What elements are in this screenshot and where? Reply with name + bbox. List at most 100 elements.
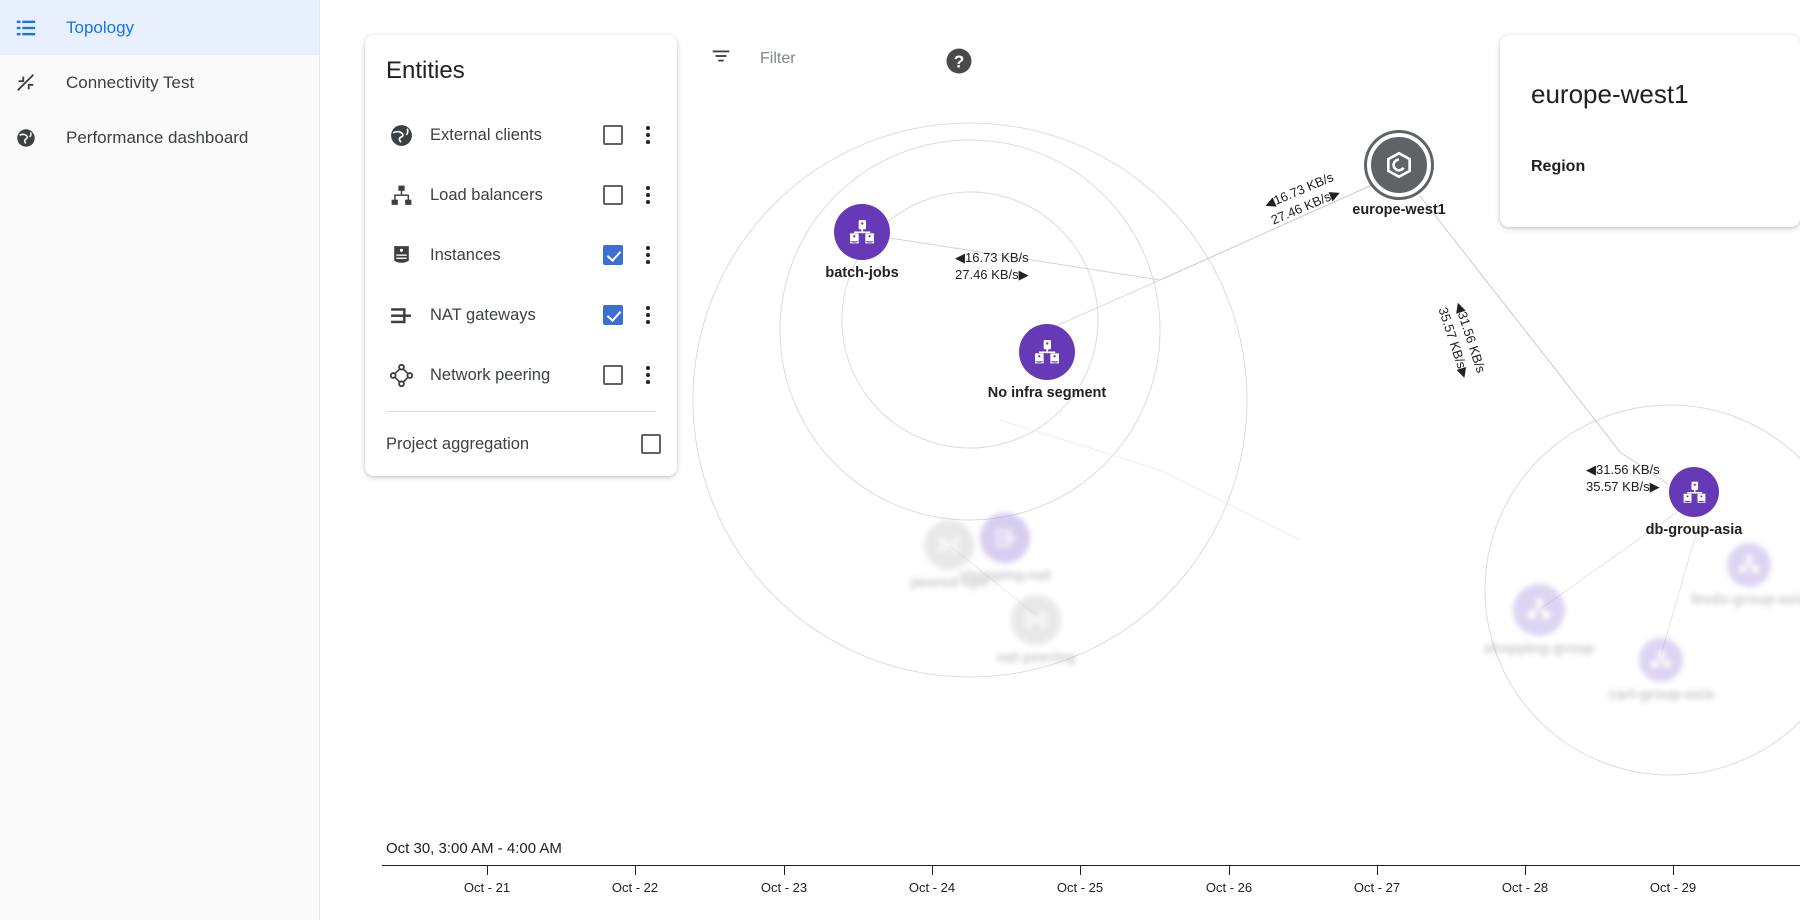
timeline-tick-label: Oct - 24 — [908, 880, 956, 895]
edge-faded-lower — [999, 419, 1301, 541]
entity-label: Instances — [430, 245, 501, 264]
sidebar-item-connectivity-test[interactable]: Connectivity Test — [0, 55, 319, 110]
globe-icon — [8, 120, 44, 156]
entity-checkbox-instances[interactable] — [603, 245, 623, 265]
graph-node-no-infra-segment[interactable]: No infra segment — [988, 324, 1106, 401]
entity-row-network-peering[interactable]: Network peering — [365, 345, 677, 405]
edge-asia-to-db — [1619, 451, 1669, 485]
entity-row-instances[interactable]: Instances — [365, 225, 677, 285]
entity-checkbox-network-peering[interactable] — [603, 365, 623, 385]
entity-row-external-clients[interactable]: External clients — [365, 105, 677, 165]
entity-row-nat-gateways[interactable]: NAT gateways — [365, 285, 677, 345]
timeline-tick — [1080, 865, 1081, 875]
entity-row-load-balancers[interactable]: Load balancers — [365, 165, 677, 225]
load-balancer-icon — [386, 180, 416, 210]
sidebar: Topology Connectivity Test Performance d… — [0, 0, 320, 920]
sidebar-item-label: Topology — [66, 17, 135, 37]
entity-details-type: Region — [1531, 158, 1586, 175]
traffic-arrow-out-icon: ▶ — [1649, 478, 1660, 494]
timeline-axis — [382, 865, 1800, 866]
graph-node-label: europe-west1 — [1352, 202, 1446, 218]
sidebar-item-topology[interactable]: Topology — [0, 0, 319, 55]
entity-checkbox-nat-gateways[interactable] — [603, 305, 623, 325]
timeline[interactable]: Oct 30, 3:00 AM - 4:00 AM Oct - 21 Oct - … — [0, 840, 1800, 920]
graph-node-nat-peering[interactable]: nat-peering — [997, 595, 1075, 666]
graph-node-label: db-group-asia — [1645, 522, 1743, 538]
instance-icon — [834, 204, 890, 260]
graph-node-europe-west1[interactable]: europe-west1 — [1352, 133, 1446, 218]
sidebar-item-label: Connectivity Test — [66, 72, 195, 92]
globe-icon — [386, 120, 416, 150]
network-peering-icon — [1011, 595, 1061, 645]
project-ring — [692, 122, 1248, 678]
instance-icon — [1019, 324, 1075, 380]
timeline-range-label: Oct 30, 3:00 AM - 4:00 AM — [386, 840, 562, 857]
graph-node-db-group-asia[interactable]: db-group-asia — [1646, 467, 1742, 538]
network-topology-page: Topology Connectivity Test Performance d… — [0, 0, 1800, 920]
sidebar-item-performance-dashboard[interactable]: Performance dashboard — [0, 110, 319, 165]
timeline-tick-label: Oct - 25 — [1056, 880, 1104, 895]
filter-bar[interactable]: Filter — [710, 45, 796, 72]
entity-details-title: europe-west1 — [1531, 79, 1689, 109]
graph-node-batch-jobs[interactable]: batch-jobs — [825, 204, 899, 281]
instance-icon — [1513, 584, 1565, 636]
timeline-tick-label: Oct - 22 — [611, 880, 659, 895]
entity-checkbox-external-clients[interactable] — [603, 125, 623, 145]
edge-noinfra-to-hub — [1046, 279, 1161, 331]
graph-node-shopping-nat[interactable]: shopping-nat — [959, 513, 1051, 584]
project-aggregation-label: Project aggregation — [386, 434, 530, 453]
instance-icon — [1669, 467, 1719, 517]
entity-label: NAT gateways — [430, 305, 536, 324]
timeline-tick — [1673, 865, 1674, 875]
edge-batch-to-hub — [889, 237, 1161, 281]
project-aggregation-checkbox[interactable] — [641, 434, 661, 454]
edge-region-to-asia — [1419, 195, 1621, 453]
entity-label: Load balancers — [430, 185, 543, 204]
graph-node-label: shopping-nat — [959, 568, 1051, 584]
project-aggregation-row[interactable]: Project aggregation — [365, 412, 677, 476]
graph-node-feeds-group-asia[interactable]: feeds-group-asia — [1691, 543, 1800, 608]
timeline-tick-label: Oct - 27 — [1353, 880, 1401, 895]
graph-node-cart-group-asia[interactable]: cart-group-asia — [1608, 638, 1714, 703]
more-options-icon[interactable] — [635, 122, 661, 148]
edge-label-hub-to-region: ◀16.73 KB/s 27.46 KB/s▶ — [1262, 169, 1343, 228]
instance-icon — [1727, 543, 1771, 587]
timeline-tick-label: Oct - 21 — [463, 880, 511, 895]
network-ring — [779, 139, 1161, 521]
filter-input[interactable]: Filter — [760, 50, 796, 68]
timeline-tick-label: Oct - 28 — [1501, 880, 1549, 895]
edge-cart-to-db — [1660, 519, 1701, 656]
timeline-tick — [1525, 865, 1526, 875]
list-icon — [8, 10, 44, 46]
graph-node-label: cart-group-asia — [1608, 687, 1714, 703]
edge-label-region-to-asia: ◀31.56 KB/s 35.57 KB/s▶ — [1435, 300, 1489, 380]
graph-node-peered-vpc[interactable]: peered-vpc — [910, 520, 988, 591]
entity-details-card: europe-west1 Region — [1500, 35, 1800, 227]
more-options-icon[interactable] — [635, 362, 661, 388]
traffic-arrow-out-icon: ▶ — [1455, 365, 1473, 380]
edge-hub-to-region — [1159, 184, 1373, 281]
graph-node-label: nat-peering — [996, 650, 1076, 666]
network-peering-icon — [386, 360, 416, 390]
traffic-arrow-out-icon: ▶ — [1018, 266, 1029, 282]
connectivity-test-icon — [8, 65, 44, 101]
instance-icon — [1639, 638, 1683, 682]
graph-node-shopping-group[interactable]: shopping-group — [1483, 584, 1595, 657]
traffic-arrow-out-icon: ▶ — [1327, 184, 1343, 203]
instance-icon — [386, 240, 416, 270]
nat-gateway-icon — [386, 300, 416, 330]
graph-node-label: shopping-group — [1483, 641, 1595, 657]
entities-panel: Entities External clients Load balancers… — [365, 35, 677, 476]
entities-title: Entities — [386, 57, 465, 84]
timeline-tick-label: Oct - 29 — [1649, 880, 1697, 895]
more-options-icon[interactable] — [635, 302, 661, 328]
more-options-icon[interactable] — [635, 242, 661, 268]
entity-checkbox-load-balancers[interactable] — [603, 185, 623, 205]
entity-label: Network peering — [430, 365, 551, 384]
network-peering-icon — [924, 520, 974, 570]
graph-node-label: No infra segment — [987, 385, 1107, 401]
graph-node-label: batch-jobs — [825, 265, 899, 281]
timeline-tick — [1377, 865, 1378, 875]
help-icon[interactable]: ? — [944, 46, 974, 76]
more-options-icon[interactable] — [635, 182, 661, 208]
